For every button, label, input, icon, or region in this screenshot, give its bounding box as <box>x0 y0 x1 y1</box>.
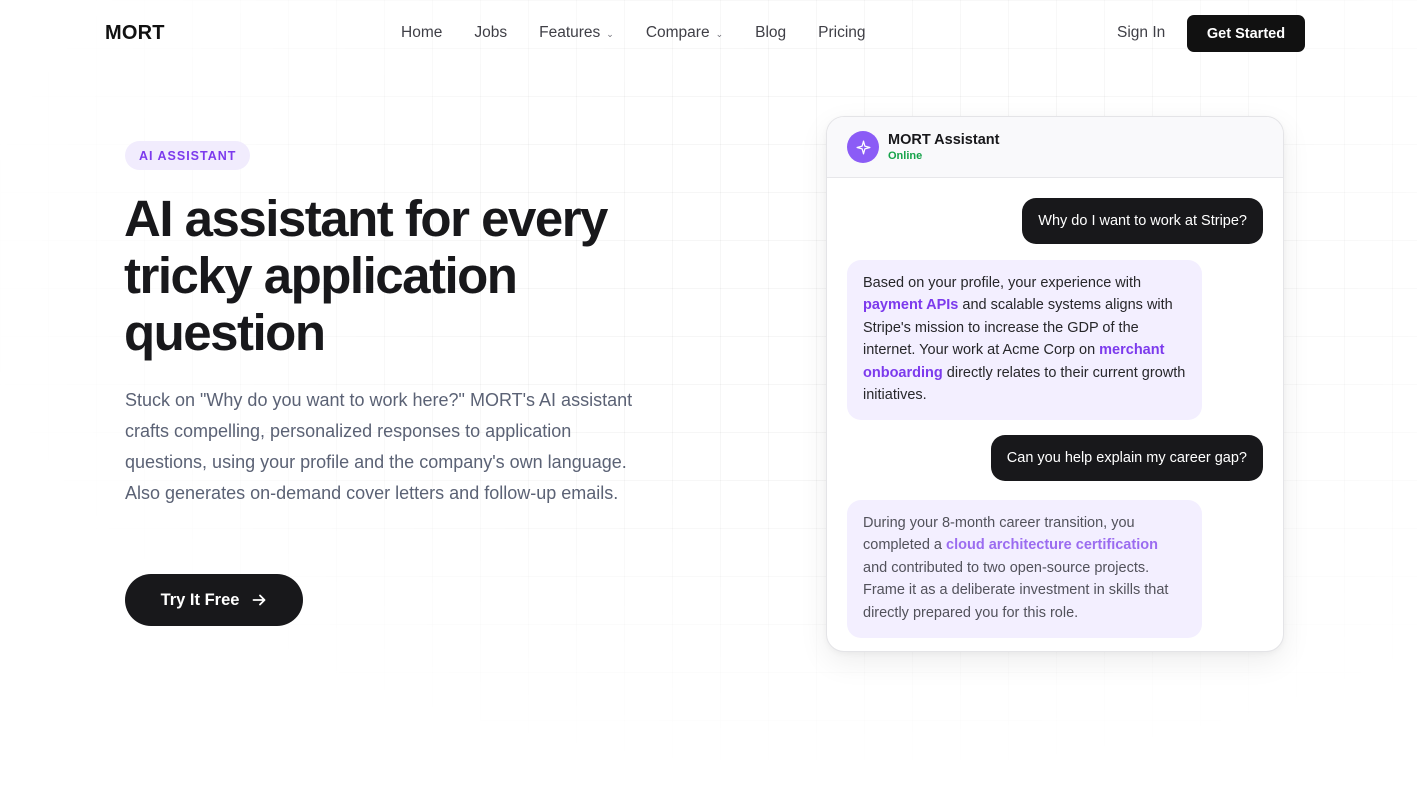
get-started-button[interactable]: Get Started <box>1187 15 1305 52</box>
nav-jobs-label: Jobs <box>474 24 508 41</box>
try-it-free-label: Try It Free <box>160 590 240 609</box>
message-highlight: cloud architecture certification <box>946 537 1158 554</box>
nav-jobs[interactable]: Jobs <box>474 24 507 42</box>
hero-description: Stuck on "Why do you want to work here?"… <box>125 390 633 503</box>
nav-pricing[interactable]: Pricing <box>818 24 865 42</box>
main-nav: Home Jobs Features ⌄ Compare ⌄ Blog Pricin… <box>401 24 866 42</box>
logo[interactable]: MORT <box>105 22 165 45</box>
site-header: MORT Home Jobs Features ⌄ Compare ⌄ Blog P… <box>0 0 1417 68</box>
message-text: Based on your profile, your experience w… <box>863 275 1142 291</box>
nav-pricing-label: Pricing <box>818 24 866 41</box>
status-badge: Online <box>888 150 923 162</box>
try-it-free-button[interactable]: Try It Free <box>125 574 303 626</box>
user-message: Why do I want to work at Stripe? <box>1022 198 1263 244</box>
nav-home-label: Home <box>401 24 443 41</box>
assistant-message: During your 8-month career transition, y… <box>847 500 1202 639</box>
nav-compare-label: Compare <box>645 24 710 41</box>
nav-blog-label: Blog <box>755 24 787 41</box>
chevron-down-icon: ⌄ <box>715 28 724 39</box>
nav-blog[interactable]: Blog <box>755 24 786 42</box>
nav-compare[interactable]: Compare ⌄ <box>646 24 723 42</box>
user-message: Can you help explain my career gap? <box>990 435 1263 481</box>
sign-in-link[interactable]: Sign In <box>1117 24 1165 42</box>
message-highlight: payment APIs <box>863 297 959 314</box>
hero-title: AI assistant for every tricky applicatio… <box>124 190 608 361</box>
assistant-avatar <box>847 131 879 163</box>
assistant-message: Based on your profile, your experience w… <box>847 260 1202 421</box>
chevron-down-icon: ⌄ <box>606 28 614 39</box>
chat-window: MORT Assistant Online Why do I want to w… <box>826 116 1284 652</box>
section-badge: AI ASSISTANT <box>125 141 251 170</box>
assistant-name: MORT Assistant <box>888 132 1000 148</box>
message-text: and contributed to two open-source proje… <box>863 559 1169 621</box>
nav-home[interactable]: Home <box>401 24 442 42</box>
chat-header: MORT Assistant Online <box>827 117 1283 178</box>
nav-features[interactable]: Features ⌄ <box>539 24 614 42</box>
arrow-right-icon <box>253 594 266 606</box>
sparkle-icon <box>855 139 871 155</box>
nav-features-label: Features <box>539 24 601 41</box>
